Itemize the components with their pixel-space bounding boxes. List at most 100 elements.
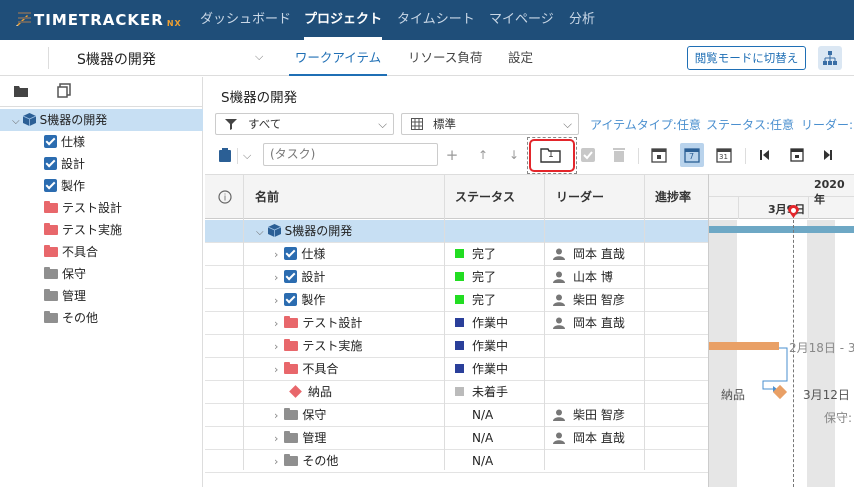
- move-up-icon[interactable]: ↑: [475, 143, 491, 167]
- table-row[interactable]: › 設計 完了 山本 博: [205, 266, 708, 289]
- row-status: N/A: [472, 431, 494, 445]
- table-row[interactable]: › その他 N/A: [205, 450, 708, 473]
- skip-back-icon[interactable]: [760, 150, 770, 160]
- checkbox-icon: [284, 270, 298, 283]
- view-select[interactable]: 標準 ⌵: [401, 113, 579, 135]
- status-indicator: [455, 341, 464, 350]
- chevron-down-icon[interactable]: ⌵: [243, 149, 251, 163]
- tree-item[interactable]: 製作: [0, 175, 203, 197]
- filter-leader[interactable]: リーダー:: [801, 116, 853, 133]
- folder-icon: [284, 362, 299, 374]
- chevron-right-icon[interactable]: ›: [274, 248, 278, 261]
- project-selector[interactable]: S機器の開発: [77, 49, 156, 69]
- view-mode-button[interactable]: 閲覧モードに切替え: [687, 46, 806, 70]
- tree-item[interactable]: 保守: [0, 263, 203, 285]
- top-nav-bar: TIMETRACKER NX ダッシュボード プロジェクト タイムシート マイペ…: [0, 0, 854, 40]
- today-icon[interactable]: [790, 147, 804, 162]
- table-row[interactable]: › 管理 N/A 岡本 直哉: [205, 427, 708, 450]
- delivery-date-label: 3月12日: [803, 388, 850, 402]
- filter-select[interactable]: すべて ⌵: [215, 113, 394, 135]
- chevron-right-icon[interactable]: ›: [274, 271, 278, 284]
- col-progress[interactable]: 進捗率: [655, 188, 691, 205]
- table-row[interactable]: › 保守 N/A 柴田 智彦: [205, 404, 708, 427]
- org-chart-button[interactable]: [818, 46, 842, 70]
- cube-icon: [267, 224, 281, 237]
- clipboard-icon[interactable]: [218, 147, 232, 163]
- nav-mypage[interactable]: マイページ: [489, 0, 554, 40]
- folder-tab-icon[interactable]: [13, 84, 29, 98]
- month-view-button[interactable]: 31: [716, 147, 732, 163]
- chevron-right-icon[interactable]: ›: [274, 340, 278, 353]
- maintenance-label: 保守:: [824, 411, 853, 425]
- row-status: N/A: [472, 408, 494, 422]
- forward-icon[interactable]: [824, 150, 832, 160]
- checkbox-icon: [44, 179, 57, 192]
- row-status: 完了: [472, 293, 497, 307]
- nav-timesheet[interactable]: タイムシート: [397, 0, 475, 40]
- tab-settings[interactable]: 設定: [508, 40, 533, 76]
- table-row[interactable]: 納品 未着手: [205, 381, 708, 404]
- tree-item[interactable]: テスト実施: [0, 219, 203, 241]
- table-row[interactable]: › 製作 完了 柴田 智彦: [205, 289, 708, 312]
- row-name: S機器の開発: [284, 224, 353, 238]
- tree-item[interactable]: 管理: [0, 285, 203, 307]
- status-indicator: [455, 364, 464, 373]
- row-leader: 岡本 直哉: [573, 247, 625, 261]
- col-leader[interactable]: リーダー: [556, 188, 604, 205]
- move-down-icon[interactable]: ↓: [506, 143, 522, 167]
- tree-item[interactable]: 不具合: [0, 241, 203, 263]
- chevron-right-icon[interactable]: ›: [274, 363, 278, 376]
- delivery-label: 納品: [721, 388, 746, 402]
- row-name: テスト設計: [302, 316, 363, 330]
- level-folder-button[interactable]: 1: [540, 146, 562, 164]
- tree-item[interactable]: ⌵ S機器の開発: [0, 109, 203, 131]
- table-row[interactable]: ⌵ S機器の開発: [205, 220, 708, 243]
- row-status: 完了: [472, 247, 497, 261]
- tree-item[interactable]: その他: [0, 307, 203, 329]
- check-icon[interactable]: [581, 148, 595, 162]
- table-row[interactable]: › テスト設計 作業中 岡本 直哉: [205, 312, 708, 335]
- chevron-down-icon[interactable]: ⌵: [12, 116, 20, 127]
- row-status: 作業中: [472, 316, 509, 330]
- checkbox-icon: [284, 247, 298, 260]
- chevron-down-icon[interactable]: ⌵: [256, 227, 264, 238]
- week-view-button[interactable]: 7: [680, 143, 704, 167]
- row-status: 未着手: [472, 385, 509, 399]
- col-name[interactable]: 名前: [255, 188, 279, 205]
- col-status[interactable]: ステータス: [455, 188, 515, 205]
- tree-item[interactable]: 設計: [0, 153, 203, 175]
- nav-project[interactable]: プロジェクト: [304, 0, 383, 40]
- nav-dashboard[interactable]: ダッシュボード: [200, 0, 291, 40]
- chevron-right-icon[interactable]: ›: [274, 409, 278, 422]
- tab-resource-load[interactable]: リソース負荷: [408, 40, 482, 76]
- nav-analysis[interactable]: 分析: [569, 0, 595, 40]
- tab-work-items[interactable]: ワークアイテム: [289, 40, 387, 76]
- sidebar-tabs: [0, 77, 203, 107]
- level-number: 1: [548, 150, 554, 160]
- menu-icon[interactable]: [18, 12, 31, 23]
- tree-item[interactable]: 仕様: [0, 131, 203, 153]
- filter-item-type[interactable]: アイテムタイプ:任意: [590, 116, 701, 133]
- tree-item-label: 保守: [62, 267, 87, 281]
- tree-item[interactable]: テスト設計: [0, 197, 203, 219]
- folder-icon: [44, 267, 58, 279]
- project-bar[interactable]: [709, 226, 854, 233]
- calendar-day-icon[interactable]: [651, 147, 667, 163]
- copy-tab-icon[interactable]: [57, 83, 71, 98]
- task-input[interactable]: (タスク): [263, 143, 438, 166]
- view-value: 標準: [433, 117, 456, 131]
- status-indicator: [455, 318, 464, 327]
- trash-icon[interactable]: [613, 147, 625, 162]
- table-row[interactable]: › 仕様 完了 岡本 直哉: [205, 243, 708, 266]
- app-logo[interactable]: TIMETRACKER NX: [14, 10, 182, 30]
- add-icon[interactable]: +: [444, 143, 460, 167]
- chevron-right-icon[interactable]: ›: [274, 432, 278, 445]
- filter-status[interactable]: ステータス:任意: [706, 116, 794, 133]
- chevron-right-icon[interactable]: ›: [274, 455, 278, 468]
- row-status: N/A: [472, 454, 494, 468]
- table-row[interactable]: › テスト実施 作業中: [205, 335, 708, 358]
- chevron-down-icon[interactable]: ⌵: [255, 50, 263, 64]
- table-row[interactable]: › 不具合 作業中: [205, 358, 708, 381]
- chevron-right-icon[interactable]: ›: [274, 317, 278, 330]
- chevron-right-icon[interactable]: ›: [274, 294, 278, 307]
